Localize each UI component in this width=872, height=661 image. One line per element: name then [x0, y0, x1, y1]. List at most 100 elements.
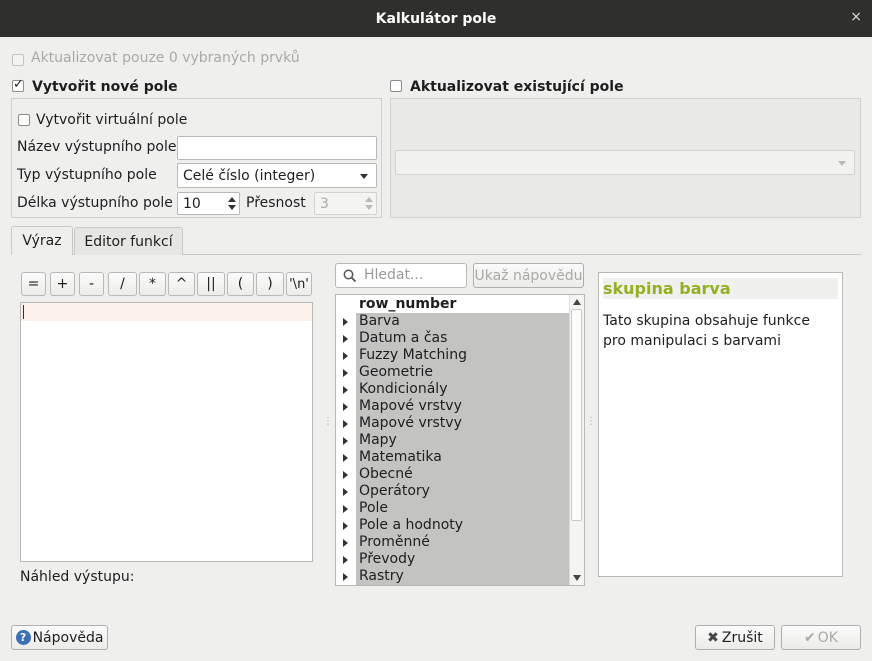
tree-group-label: Barva: [359, 313, 400, 329]
expand-arrow-icon[interactable]: [343, 403, 348, 411]
ok-button[interactable]: ✔ OK: [781, 625, 861, 650]
tree-group-row[interactable]: Pole: [343, 500, 570, 517]
tab-expression[interactable]: Výraz: [11, 226, 73, 255]
create-new-field-checkbox[interactable]: [12, 77, 24, 96]
expand-arrow-icon[interactable]: [343, 488, 348, 496]
chevron-down-icon: [838, 161, 846, 166]
tree-group-row[interactable]: Obecné: [343, 466, 570, 483]
expand-arrow-icon[interactable]: [343, 352, 348, 360]
show-help-button[interactable]: Ukaž nápovědu: [473, 263, 584, 288]
arrow-down-icon: [228, 205, 236, 210]
scrollbar-thumb[interactable]: [571, 309, 582, 521]
field-type-value: Celé číslo (integer): [183, 167, 316, 184]
tree-group-row[interactable]: Mapy: [343, 432, 570, 449]
scrollbar[interactable]: [569, 295, 584, 585]
expand-arrow-icon[interactable]: [343, 454, 348, 462]
precision-spinbox[interactable]: 3: [314, 192, 377, 215]
tree-group-label: Kondicionály: [359, 381, 448, 397]
expand-arrow-icon[interactable]: [343, 369, 348, 377]
expand-arrow-icon[interactable]: [343, 539, 348, 547]
tree-group-row[interactable]: Barva: [343, 313, 570, 330]
tree-group-row[interactable]: Mapové vrstvy: [343, 415, 570, 432]
expand-arrow-icon[interactable]: [343, 522, 348, 530]
tab-label: Výraz: [22, 233, 62, 249]
expression-editor[interactable]: [20, 302, 313, 562]
operator-multiply-button[interactable]: *: [139, 272, 166, 296]
update-selected-checkbox[interactable]: [12, 52, 24, 68]
scroll-down-icon[interactable]: [573, 575, 581, 581]
expand-arrow-icon[interactable]: [343, 386, 348, 394]
tree-group-label: Proměnné: [359, 534, 430, 550]
tree-item-row-number[interactable]: row_number: [359, 296, 573, 313]
operator-newline-button[interactable]: '\n': [286, 272, 312, 296]
tree-group-row[interactable]: Rastry: [343, 568, 570, 585]
title-bar: Kalkulátor pole: [0, 0, 872, 37]
operator-close-paren-button[interactable]: ): [256, 272, 284, 296]
operator-power-button[interactable]: ^: [168, 272, 195, 296]
tree-group-row[interactable]: Geometrie: [343, 364, 570, 381]
expand-arrow-icon[interactable]: [343, 505, 348, 513]
tree-group-row[interactable]: Pole a hodnoty: [343, 517, 570, 534]
precision-value: 3: [320, 195, 329, 212]
expand-arrow-icon[interactable]: [343, 556, 348, 564]
field-type-combo[interactable]: Celé číslo (integer): [177, 163, 377, 188]
tree-group-label: Rastry: [359, 568, 404, 584]
operator-equals-button[interactable]: =: [21, 272, 46, 296]
splitter-handle[interactable]: ⋮: [586, 417, 596, 427]
window-title: Kalkulátor pole: [375, 10, 497, 27]
tree-group-row[interactable]: Datum a čas: [343, 330, 570, 347]
cancel-button-label: Zrušit: [721, 629, 763, 646]
tree-group-row[interactable]: Matematika: [343, 449, 570, 466]
field-type-label: Typ výstupního pole: [17, 167, 157, 183]
scroll-up-icon[interactable]: [573, 299, 581, 305]
expand-arrow-icon[interactable]: [343, 420, 348, 428]
help-panel: skupina barva Tato skupina obsahuje funk…: [598, 272, 843, 577]
tree-group-label: Mapové vrstvy: [359, 398, 462, 414]
update-existing-checkbox[interactable]: [390, 80, 402, 96]
operator-minus-button[interactable]: -: [79, 272, 104, 296]
field-name-input[interactable]: [177, 136, 377, 160]
cancel-button[interactable]: ✖ Zrušit: [695, 625, 775, 650]
tree-group-label: Operátory: [359, 483, 430, 499]
virtual-field-label: Vytvořit virtuální pole: [36, 112, 188, 128]
spin-arrows[interactable]: [362, 193, 376, 214]
tree-group-row[interactable]: Fuzzy Matching: [343, 347, 570, 364]
create-new-field-label: Vytvořit nové pole: [32, 79, 178, 95]
tree-group-row[interactable]: Operátory: [343, 483, 570, 500]
tree-group-row[interactable]: Mapové vrstvy: [343, 398, 570, 415]
tree-group-label: Matematika: [359, 449, 442, 465]
tab-function-editor[interactable]: Editor funkcí: [74, 227, 183, 255]
tree-group-row[interactable]: Kondicionály: [343, 381, 570, 398]
virtual-field-checkbox[interactable]: [18, 114, 30, 130]
close-icon: ✖: [707, 629, 719, 646]
expand-arrow-icon[interactable]: [343, 318, 348, 326]
field-length-spinbox[interactable]: 10: [177, 192, 240, 215]
expand-arrow-icon[interactable]: [343, 471, 348, 479]
operator-divide-button[interactable]: /: [108, 272, 137, 296]
function-tree[interactable]: row_number Barva Datum a čas Fuzzy Matchin…: [335, 294, 585, 586]
operator-open-paren-button[interactable]: (: [227, 272, 254, 296]
arrow-down-icon: [365, 205, 373, 210]
chevron-down-icon: [360, 174, 368, 179]
checkbox-box: [390, 80, 402, 92]
expand-arrow-icon[interactable]: [343, 573, 348, 581]
existing-field-combo[interactable]: [395, 150, 855, 175]
operator-concat-button[interactable]: ||: [197, 272, 225, 296]
tree-group-label: Pole: [359, 500, 389, 516]
field-name-value: [178, 140, 183, 156]
operator-plus-button[interactable]: +: [50, 272, 75, 296]
expand-arrow-icon[interactable]: [343, 335, 348, 343]
splitter-handle[interactable]: ⋮: [323, 417, 333, 427]
tree-group-label: Obecné: [359, 466, 413, 482]
spin-arrows[interactable]: [225, 193, 239, 214]
update-existing-label: Aktualizovat existující pole: [410, 79, 624, 95]
help-button[interactable]: ? Nápověda: [11, 625, 108, 650]
tree-group-row[interactable]: Proměnné: [343, 534, 570, 551]
expand-arrow-icon[interactable]: [343, 437, 348, 445]
search-input[interactable]: Hledat...: [335, 263, 467, 288]
text-cursor: [23, 305, 24, 319]
close-icon[interactable]: ×: [850, 9, 862, 25]
tree-group-row[interactable]: Převody: [343, 551, 570, 568]
tree-group-label: Mapy: [359, 432, 397, 448]
checkbox-box: [12, 77, 24, 92]
